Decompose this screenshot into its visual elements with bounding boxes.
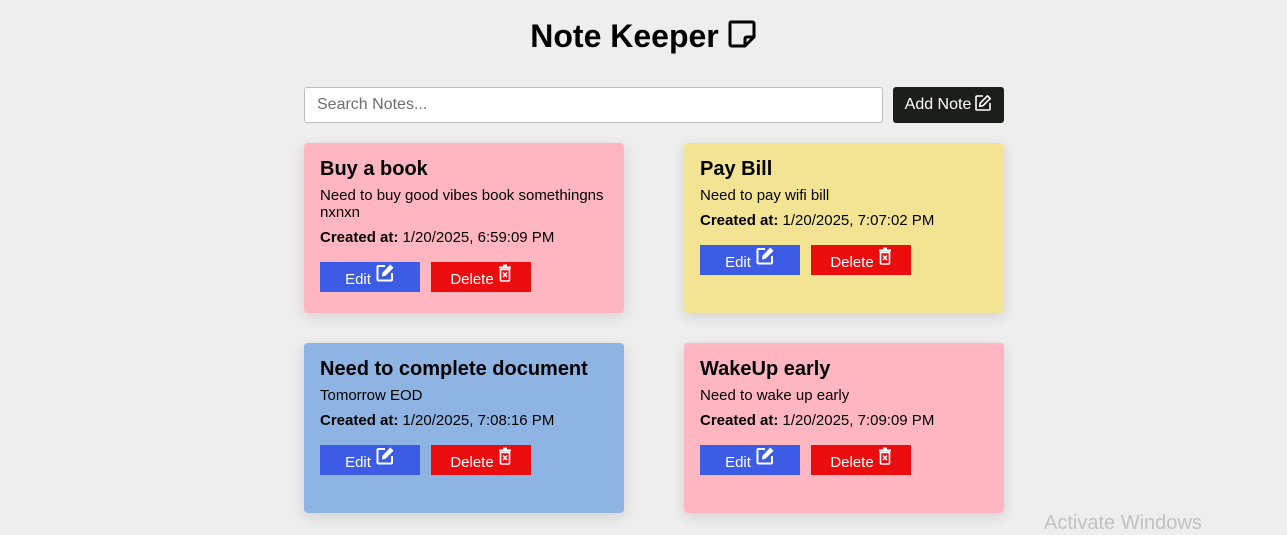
note-created: Created at: 1/20/2025, 7:09:09 PM [700,412,988,429]
trash-icon [498,264,512,290]
trash-icon [878,247,892,273]
edit-label: Edit [725,253,751,271]
created-label: Created at: [700,412,779,429]
add-note-label: Add Note [904,96,972,113]
search-input[interactable] [304,87,883,123]
page-title-text: Note Keeper [530,18,719,54]
edit-label: Edit [345,270,371,288]
note-title: Buy a book [320,158,428,180]
created-value: 1/20/2025, 6:59:09 PM [402,229,555,246]
note-actions: Edit Delete [700,245,988,275]
delete-label: Delete [830,253,874,271]
note-actions: Edit Delete [700,445,988,475]
trash-icon [878,447,892,473]
note-description: Need to wake up early [700,387,850,404]
edit-icon [755,447,775,474]
note-actions: Edit Delete [320,445,608,475]
note-created: Created at: 1/20/2025, 7:07:02 PM [700,212,988,229]
note-description: Need to buy good vibes book somethingnsn… [320,187,604,221]
trash-icon [498,447,512,473]
edit-icon [375,264,395,291]
add-note-button[interactable]: Add Note [893,87,1004,123]
note-title: Pay Bill [700,158,773,180]
delete-button[interactable]: Delete [431,262,531,292]
note-title: WakeUp early [700,358,831,380]
note-created: Created at: 1/20/2025, 6:59:09 PM [320,229,608,246]
note-description: Need to pay wifi bill [700,187,830,204]
note-card: Buy a book Need to buy good vibes book s… [304,143,624,313]
created-label: Created at: [320,229,399,246]
delete-label: Delete [450,453,494,471]
note-card: Pay Bill Need to pay wifi bill Created a… [684,143,1004,313]
created-value: 1/20/2025, 7:09:09 PM [782,412,935,429]
delete-label: Delete [830,453,874,471]
delete-label: Delete [450,270,494,288]
sticky-note-icon [727,16,757,60]
delete-button[interactable]: Delete [811,445,911,475]
note-actions: Edit Delete [320,262,608,292]
note-description: Tomorrow EOD [320,387,423,404]
edit-square-icon [974,94,992,117]
edit-button[interactable]: Edit [700,245,800,275]
created-label: Created at: [320,412,399,429]
note-title: Need to complete document [320,358,588,380]
delete-button[interactable]: Delete [431,445,531,475]
created-label: Created at: [700,212,779,229]
delete-button[interactable]: Delete [811,245,911,275]
edit-button[interactable]: Edit [320,262,420,292]
toolbar: Add Note [304,87,1004,123]
edit-button[interactable]: Edit [700,445,800,475]
edit-button[interactable]: Edit [320,445,420,475]
edit-icon [375,447,395,474]
page-title: Note Keeper [0,14,1287,60]
edit-label: Edit [725,453,751,471]
note-card: WakeUp early Need to wake up early Creat… [684,343,1004,513]
created-value: 1/20/2025, 7:07:02 PM [782,212,935,229]
edit-icon [755,247,775,274]
note-card: Need to complete document Tomorrow EOD C… [304,343,624,513]
note-created: Created at: 1/20/2025, 7:08:16 PM [320,412,608,429]
edit-label: Edit [345,453,371,471]
os-watermark: Activate Windows [1044,512,1202,534]
created-value: 1/20/2025, 7:08:16 PM [402,412,555,429]
